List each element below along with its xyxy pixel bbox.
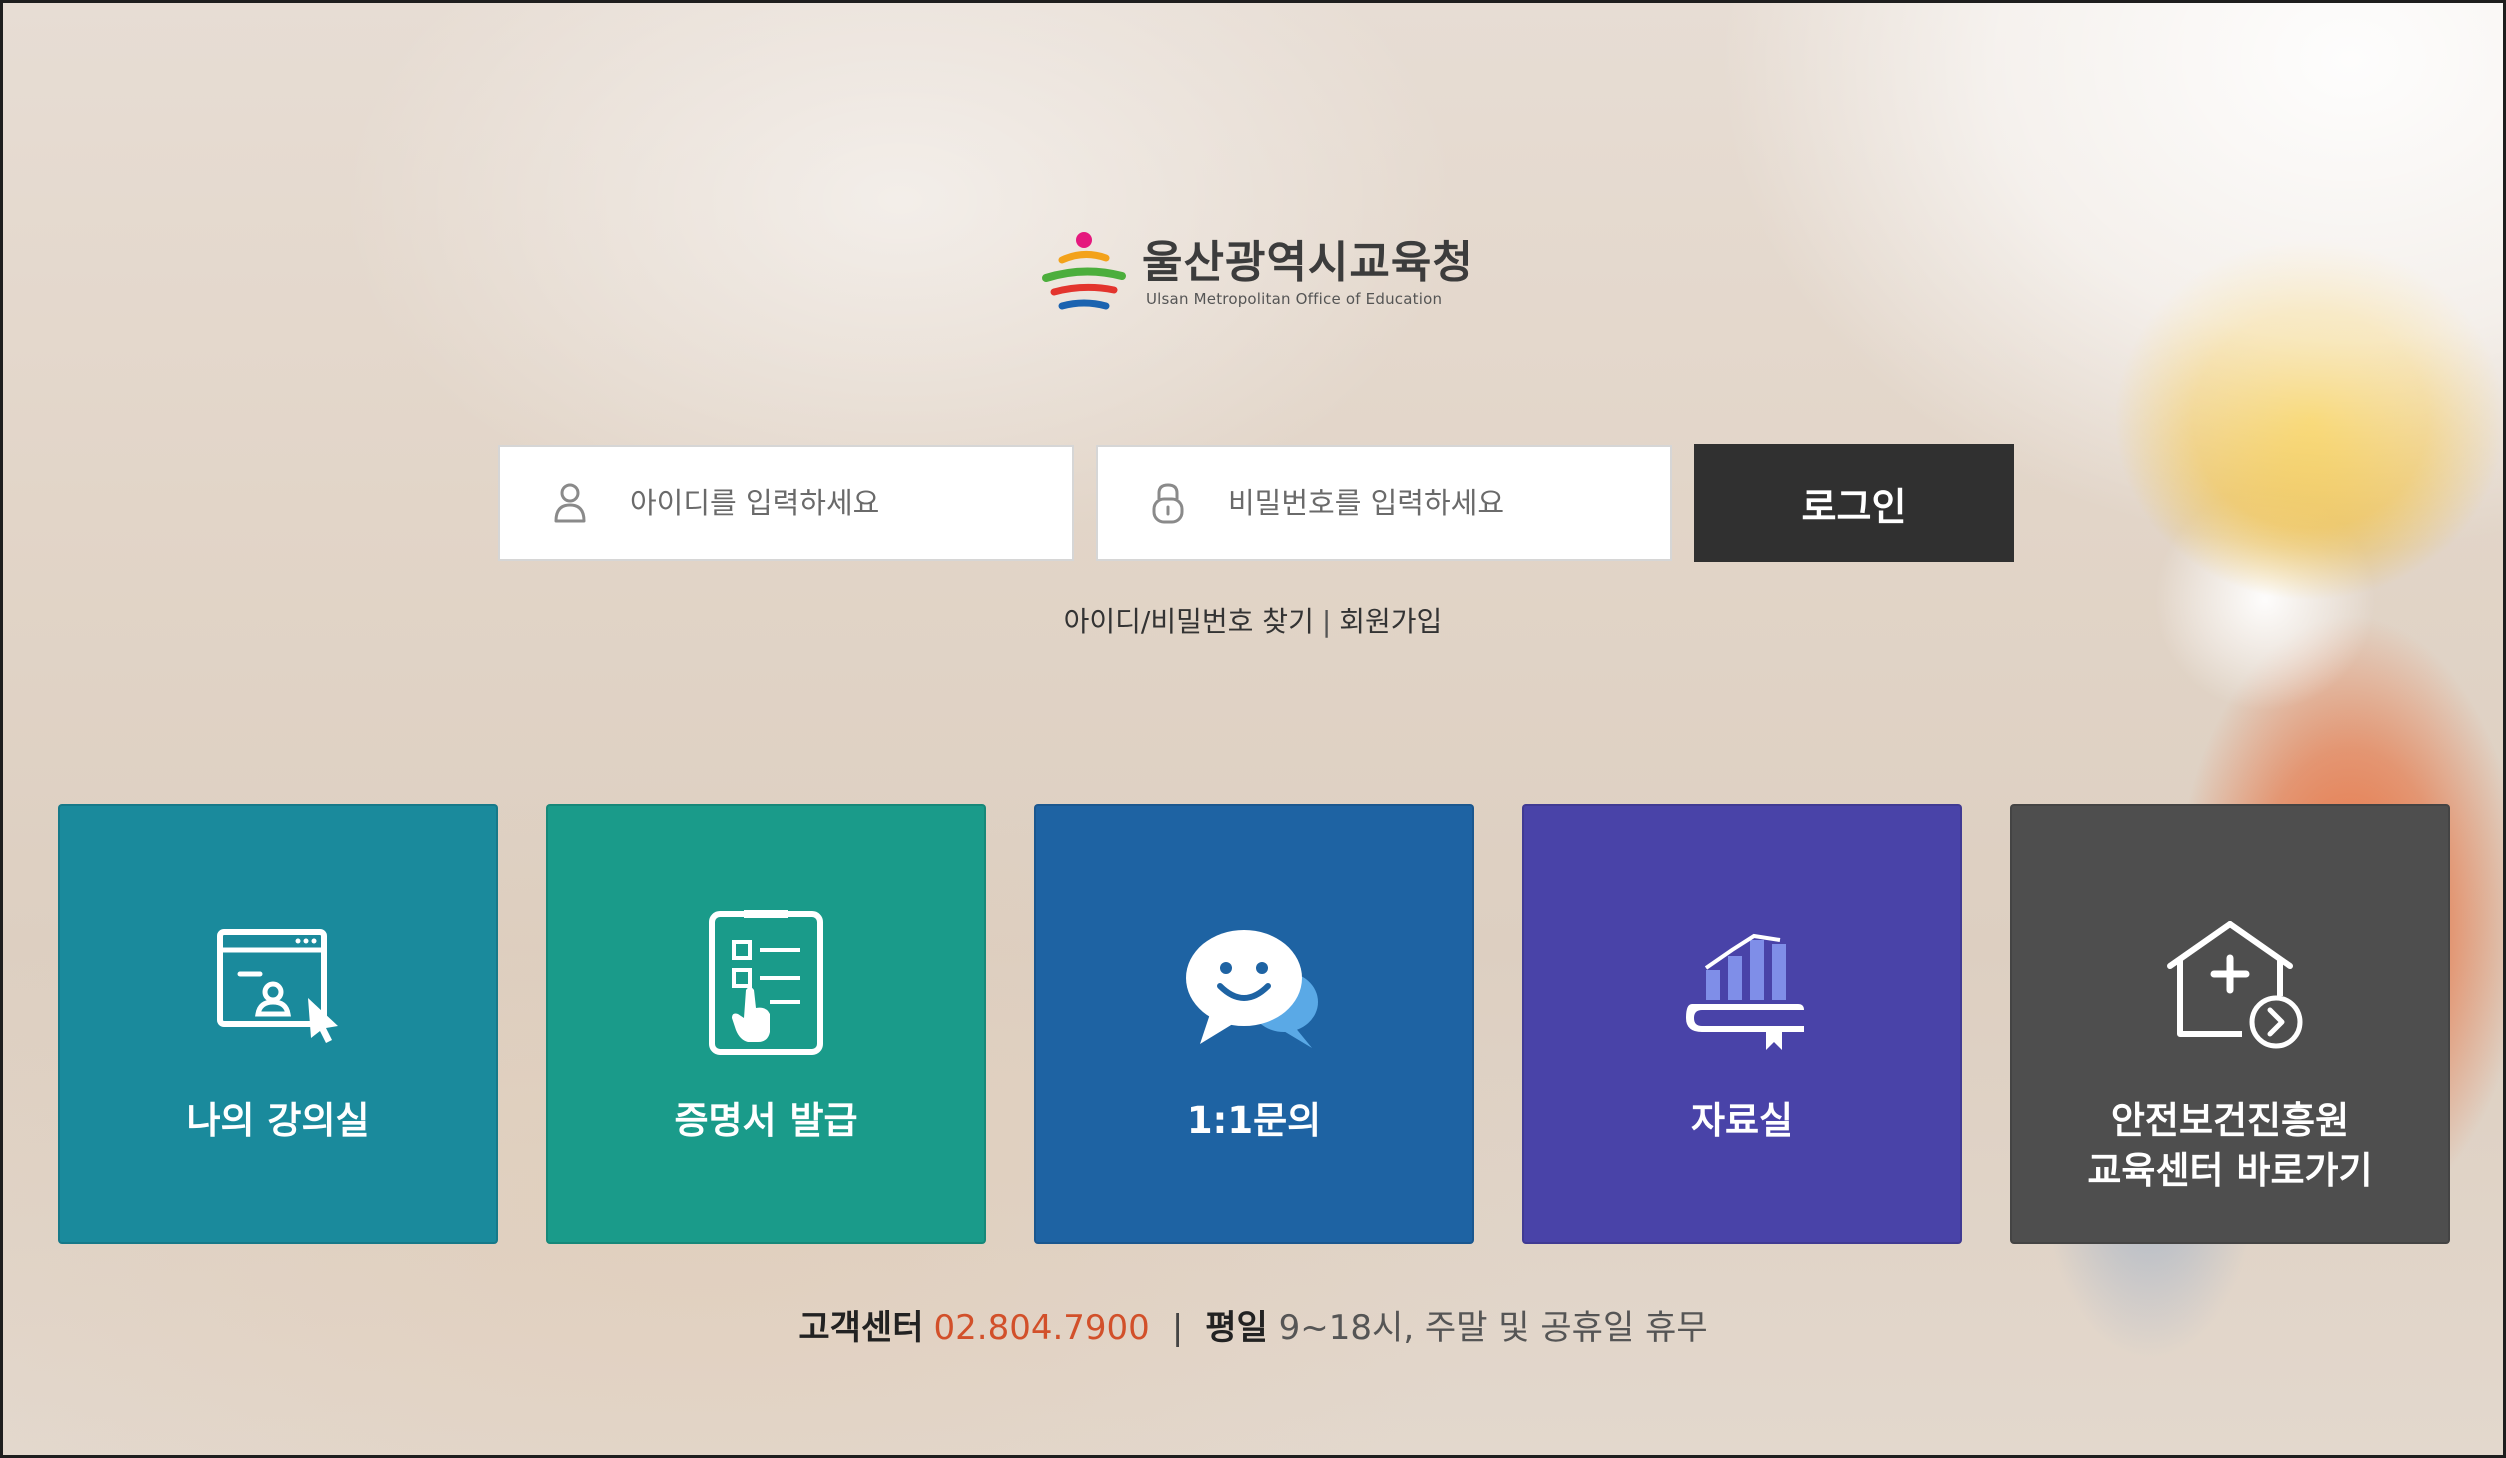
- customer-center-info: 고객센터 02.804.7900 | 평일 9~18시, 주말 및 공휴일 휴무: [0, 1300, 2506, 1349]
- links-separator: |: [1321, 605, 1332, 638]
- quick-menu: 나의 강의실 증명서 발급 1:1문의 자료실 안전보건진흥원 교육센터 바로가…: [58, 804, 2450, 1244]
- id-field[interactable]: [498, 445, 1074, 561]
- signup-link[interactable]: 회원가입: [1339, 605, 1442, 638]
- tile-label: 1:1문의: [1186, 1099, 1322, 1142]
- tile-my-classroom[interactable]: 나의 강의실: [58, 804, 498, 1244]
- tile-label: 증명서 발급: [674, 1099, 858, 1142]
- find-id-password-link[interactable]: 아이디/비밀번호 찾기: [1064, 605, 1314, 638]
- password-field[interactable]: [1096, 445, 1672, 561]
- certificate-icon: [709, 910, 823, 1055]
- login-button[interactable]: 로그인: [1694, 444, 2014, 562]
- login-form: 로그인: [498, 444, 2014, 562]
- id-input[interactable]: [630, 486, 1010, 520]
- home-link-icon: [2167, 921, 2303, 1049]
- footer-separator: |: [1171, 1308, 1184, 1348]
- account-links: 아이디/비밀번호 찾기 | 회원가입: [0, 600, 2506, 640]
- emblem-icon: [1042, 232, 1126, 310]
- logo-title: 울산광역시교육청: [1142, 237, 1474, 288]
- password-input[interactable]: [1228, 486, 1608, 520]
- page: 울산광역시교육청 Ulsan Metropolitan Office of Ed…: [0, 0, 2506, 1458]
- classroom-icon: [217, 929, 338, 1043]
- logo-subtitle: Ulsan Metropolitan Office of Education: [1146, 290, 1443, 308]
- tile-certificate[interactable]: 증명서 발급: [546, 804, 986, 1244]
- customer-center-label: 고객센터: [798, 1308, 924, 1348]
- tile-safety-center-link[interactable]: 안전보건진흥원 교육센터 바로가기: [2010, 804, 2450, 1244]
- business-hours: 9~18시, 주말 및 공휴일 휴무: [1278, 1308, 1708, 1348]
- tile-label: 안전보건진흥원 교육센터 바로가기: [2087, 1099, 2373, 1192]
- customer-center-phone: 02.804.7900: [933, 1308, 1150, 1348]
- tile-label: 자료실: [1690, 1099, 1794, 1142]
- archive-icon: [1686, 933, 1804, 1050]
- tile-archive[interactable]: 자료실: [1522, 804, 1962, 1244]
- tile-label: 나의 강의실: [186, 1099, 370, 1142]
- logo[interactable]: 울산광역시교육청 Ulsan Metropolitan Office of Ed…: [1040, 228, 1474, 318]
- tile-inquiry[interactable]: 1:1문의: [1034, 804, 1474, 1244]
- weekday-label: 평일: [1205, 1308, 1268, 1348]
- chat-icon: [1186, 930, 1318, 1048]
- user-icon: [554, 483, 586, 523]
- lock-icon: [1152, 483, 1184, 524]
